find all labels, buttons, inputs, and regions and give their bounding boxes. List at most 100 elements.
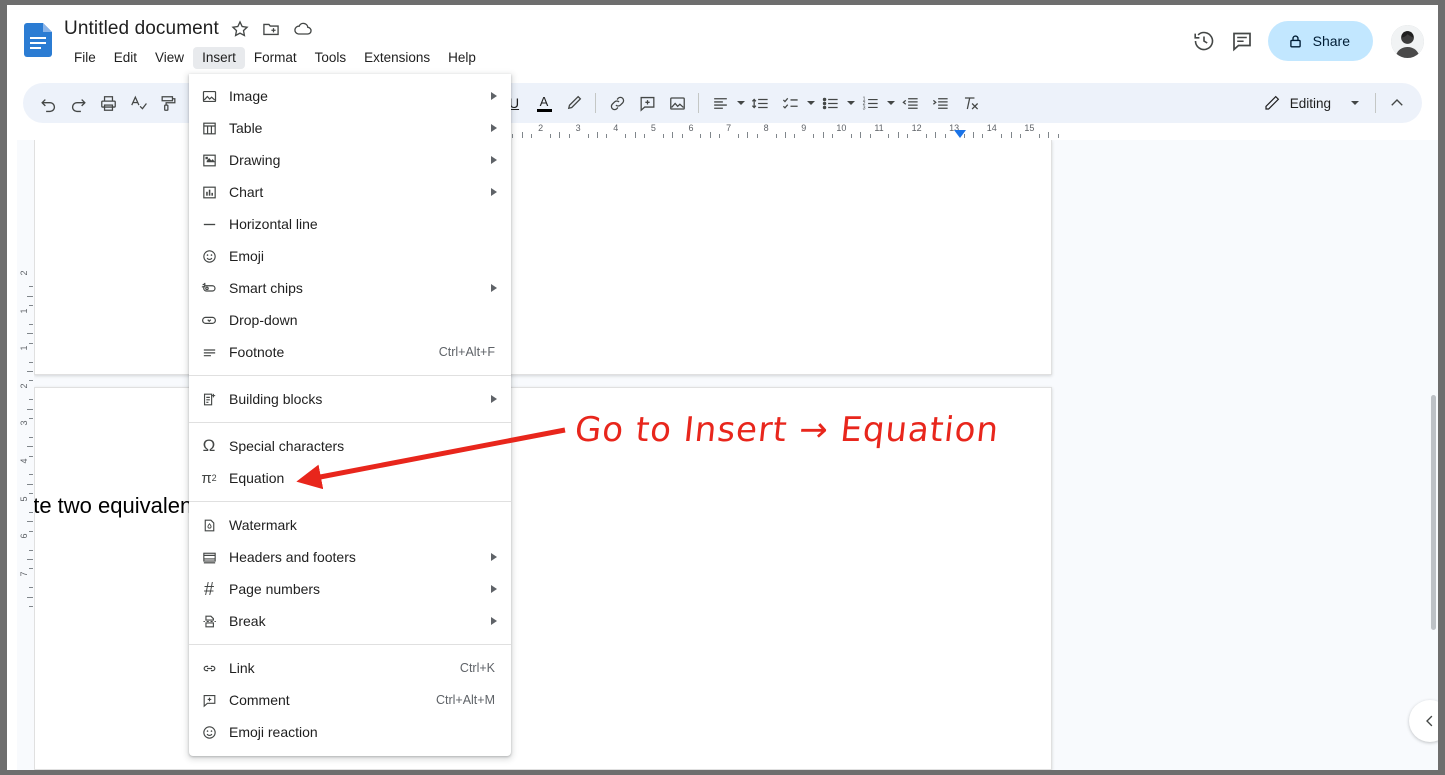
ruler-tick-label: 10 bbox=[836, 123, 847, 133]
menu-format[interactable]: Format bbox=[245, 47, 306, 69]
ruler-tick-label: 6 bbox=[19, 533, 29, 539]
ruler-tick bbox=[944, 134, 946, 138]
move-to-folder-icon[interactable] bbox=[261, 19, 281, 39]
menu-item-break[interactable]: Break bbox=[189, 605, 511, 637]
watermark-icon bbox=[189, 517, 229, 534]
highlight-color-icon[interactable] bbox=[559, 88, 589, 118]
ruler-tick bbox=[27, 371, 33, 372]
document-title[interactable]: Untitled document bbox=[64, 18, 219, 40]
menu-item-smart-chips[interactable]: Smart chips bbox=[189, 272, 511, 304]
menu-item-headers-and-footers[interactable]: Headers and footers bbox=[189, 541, 511, 573]
menu-item-page-numbers[interactable]: # Page numbers bbox=[189, 573, 511, 605]
print-icon[interactable] bbox=[93, 88, 123, 118]
menu-item-equation[interactable]: π2 Equation bbox=[189, 462, 511, 494]
menu-item-drawing[interactable]: Drawing bbox=[189, 144, 511, 176]
menu-item-footnote[interactable]: Footnote Ctrl+Alt+F bbox=[189, 336, 511, 368]
ruler-tick bbox=[709, 132, 711, 138]
align-icon[interactable] bbox=[705, 88, 735, 118]
menu-edit[interactable]: Edit bbox=[105, 47, 146, 69]
svg-text:3: 3 bbox=[862, 105, 865, 111]
document-page-1[interactable] bbox=[34, 140, 1052, 375]
submenu-arrow-icon bbox=[491, 585, 497, 593]
vertical-scrollbar[interactable] bbox=[1431, 395, 1436, 630]
numbered-list-dropdown-caret[interactable] bbox=[887, 101, 895, 105]
ruler-tick-label: 15 bbox=[1024, 123, 1035, 133]
bulleted-list-dropdown-caret[interactable] bbox=[847, 101, 855, 105]
vertical-ruler[interactable]: 2 1 1 2 3 4 5 6 7 bbox=[17, 140, 34, 770]
document-page-2[interactable]: rite two equivalent fractions for Go to … bbox=[34, 387, 1052, 770]
ruler-tick bbox=[973, 132, 974, 138]
ruler-tick-label: 7 bbox=[726, 123, 732, 133]
menu-tools[interactable]: Tools bbox=[306, 47, 356, 69]
menu-item-special-characters[interactable]: Ω Special characters bbox=[189, 430, 511, 462]
cloud-saved-icon[interactable] bbox=[292, 19, 312, 39]
ruler-tick bbox=[29, 549, 33, 551]
insert-link-icon[interactable] bbox=[602, 88, 632, 118]
clear-formatting-icon[interactable] bbox=[955, 88, 985, 118]
chevron-up-icon[interactable] bbox=[1382, 88, 1412, 118]
spellcheck-icon[interactable] bbox=[123, 88, 153, 118]
menu-item-horizontal-line[interactable]: Horizontal line bbox=[189, 208, 511, 240]
menu-item-comment[interactable]: Comment Ctrl+Alt+M bbox=[189, 684, 511, 716]
menu-label: Watermark bbox=[229, 517, 297, 533]
increase-indent-icon[interactable] bbox=[925, 88, 955, 118]
break-icon bbox=[189, 613, 229, 630]
checklist-dropdown-caret[interactable] bbox=[807, 101, 815, 105]
horizontal-line-icon bbox=[189, 216, 229, 233]
user-avatar[interactable] bbox=[1391, 24, 1424, 58]
text-color-swatch bbox=[536, 108, 552, 112]
insert-image-icon[interactable] bbox=[662, 88, 692, 118]
menu-file[interactable]: File bbox=[65, 47, 105, 69]
ruler-tick bbox=[587, 134, 589, 138]
menu-label: Headers and footers bbox=[229, 549, 356, 565]
ruler-tick bbox=[29, 361, 33, 363]
bulleted-list-icon[interactable] bbox=[815, 88, 845, 118]
menu-label: Comment bbox=[229, 692, 290, 708]
menu-insert[interactable]: Insert bbox=[193, 47, 245, 69]
text-color-icon[interactable]: A bbox=[529, 88, 559, 118]
menu-item-emoji-reaction[interactable]: Emoji reaction bbox=[189, 716, 511, 748]
menu-bar: File Edit View Insert Format Tools Exten… bbox=[65, 47, 485, 69]
menu-item-chart[interactable]: Chart bbox=[189, 176, 511, 208]
numbered-list-icon[interactable]: 1 2 3 bbox=[855, 88, 885, 118]
undo-icon[interactable] bbox=[33, 88, 63, 118]
menu-item-emoji[interactable]: Emoji bbox=[189, 240, 511, 272]
star-icon[interactable] bbox=[230, 19, 250, 39]
paint-format-icon[interactable] bbox=[153, 88, 183, 118]
menu-item-link[interactable]: Link Ctrl+K bbox=[189, 652, 511, 684]
ruler-tick bbox=[29, 380, 33, 382]
header-actions: Share bbox=[1192, 21, 1424, 61]
ruler-tick bbox=[1010, 132, 1012, 138]
menu-item-watermark[interactable]: Watermark bbox=[189, 509, 511, 541]
menu-item-drop-down[interactable]: Drop-down bbox=[189, 304, 511, 336]
menu-item-building-blocks[interactable]: Building blocks bbox=[189, 383, 511, 415]
menu-help[interactable]: Help bbox=[439, 47, 485, 69]
ruler-tick bbox=[559, 132, 561, 138]
decrease-indent-icon[interactable] bbox=[895, 88, 925, 118]
ruler-tick-label: 4 bbox=[613, 123, 619, 133]
menu-item-image[interactable]: Image bbox=[189, 80, 511, 112]
ruler-tick-label: 11 bbox=[874, 123, 884, 133]
ruler-tick bbox=[27, 295, 33, 297]
version-history-icon[interactable] bbox=[1192, 29, 1216, 53]
ruler-tick-label: 7 bbox=[19, 571, 29, 577]
editing-mode-dropdown-caret[interactable] bbox=[1339, 88, 1369, 118]
add-comment-icon[interactable] bbox=[632, 88, 662, 118]
share-button[interactable]: Share bbox=[1267, 21, 1373, 61]
checklist-icon[interactable] bbox=[775, 88, 805, 118]
align-dropdown-caret[interactable] bbox=[737, 101, 745, 105]
comment-history-icon[interactable] bbox=[1230, 29, 1254, 53]
redo-icon[interactable] bbox=[63, 88, 93, 118]
chart-icon bbox=[189, 184, 229, 201]
indent-marker[interactable] bbox=[954, 130, 966, 138]
ruler-tick bbox=[29, 418, 33, 419]
menu-item-table[interactable]: Table bbox=[189, 112, 511, 144]
menu-extensions[interactable]: Extensions bbox=[355, 47, 439, 69]
menu-view[interactable]: View bbox=[146, 47, 193, 69]
menu-label: Drawing bbox=[229, 152, 281, 168]
editing-mode-button[interactable]: Editing bbox=[1255, 88, 1339, 118]
toolbar-divider bbox=[698, 93, 699, 113]
line-spacing-icon[interactable] bbox=[745, 88, 775, 118]
ruler-tick bbox=[1001, 134, 1003, 138]
ruler-tick bbox=[29, 455, 33, 457]
